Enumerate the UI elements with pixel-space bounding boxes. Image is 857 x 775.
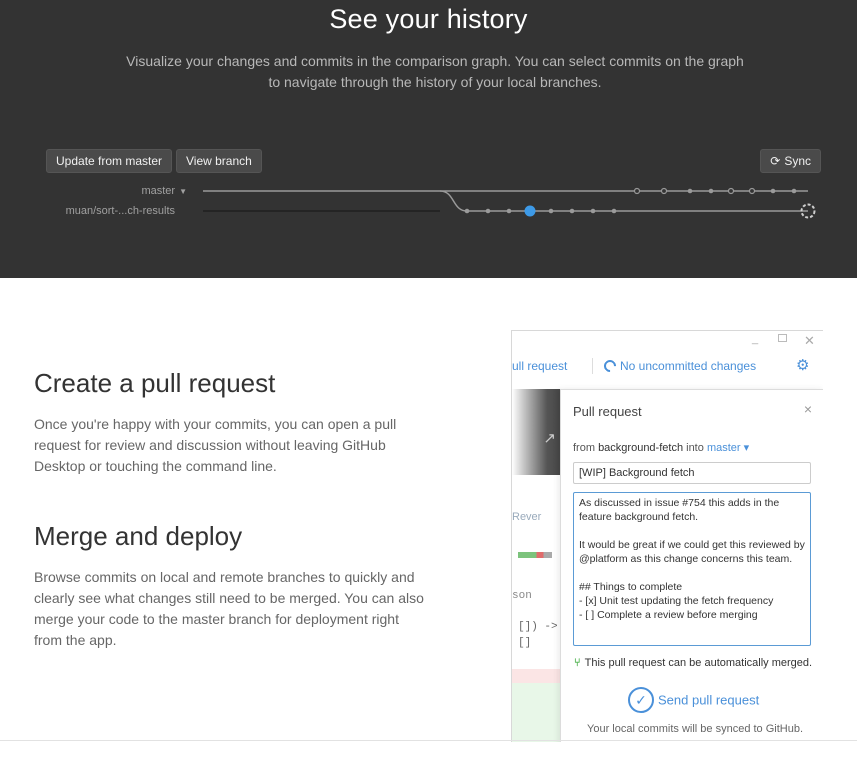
commit-node[interactable] [506, 208, 512, 214]
commit-node[interactable] [687, 188, 693, 194]
selected-commit-node[interactable] [524, 205, 536, 217]
target-branch-dropdown[interactable]: master ▾ [707, 442, 749, 454]
file-name-fragment: son [512, 590, 532, 602]
uncommitted-label: No uncommitted changes [620, 359, 757, 373]
pull-request-title-input[interactable] [573, 462, 811, 484]
commit-node[interactable] [611, 208, 617, 214]
commit-node[interactable] [590, 208, 596, 214]
diff-removed-line [512, 669, 562, 683]
hero-title: See your history [329, 4, 528, 34]
pull-request-panel-title: Pull request [573, 404, 642, 419]
revert-link[interactable]: Rever [512, 511, 541, 523]
pull-request-text: Once you're happy with your commits, you… [34, 416, 397, 474]
background-avatar-strip: ↗ [512, 389, 562, 475]
commit-node[interactable] [791, 188, 797, 194]
check-icon: ✓ [628, 687, 654, 713]
send-pull-request-label: Send pull request [658, 692, 760, 708]
diff-added-lines [512, 683, 562, 742]
merge-icon: ⑂ [574, 657, 581, 669]
commit-node[interactable] [548, 208, 554, 214]
commit-graph [203, 187, 816, 219]
commit-node[interactable] [708, 188, 714, 194]
app-toolbar: ull request No uncommitted changes ⚙ [512, 355, 823, 379]
uncommitted-changes-button[interactable]: No uncommitted changes [601, 357, 757, 375]
source-branch: background-fetch [598, 442, 684, 454]
pull-request-body-textarea[interactable]: As discussed in issue #754 this adds in … [573, 492, 811, 646]
pull-request-panel: Pull request × from background-fetch int… [560, 389, 823, 742]
feature-branch-line [439, 190, 808, 212]
close-window-button[interactable]: ✕ [804, 333, 815, 349]
commit-node[interactable] [633, 187, 641, 195]
pull-request-tab[interactable]: ull request [512, 359, 567, 373]
hero-description: Visualize your changes and commits in th… [126, 53, 744, 90]
merge-status: ⑂ This pull request can be automatically … [574, 657, 812, 669]
commit-node[interactable] [464, 208, 470, 214]
send-pull-request-button[interactable]: ✓ Send pull request [628, 687, 759, 713]
close-icon[interactable]: × [804, 401, 812, 417]
gear-icon[interactable]: ⚙ [796, 356, 809, 374]
github-desktop-window: _ ✕ ull request No uncommitted changes ⚙… [511, 330, 823, 742]
minimize-button[interactable]: _ [752, 333, 758, 345]
merge-text: Browse commits on local and remote branc… [34, 569, 424, 648]
diff-stat-bars [518, 552, 552, 558]
commit-node[interactable] [748, 187, 756, 195]
commit-node[interactable] [727, 187, 735, 195]
code-line: []) -> [518, 621, 558, 633]
branch-selector-row: from background-fetch into master ▾ [573, 441, 749, 454]
circle-icon [601, 357, 619, 375]
maximize-button[interactable] [778, 334, 787, 342]
section-divider [0, 740, 857, 741]
comparison-graph: Update from master View branch ⟳ Sync mas… [0, 140, 857, 240]
commit-node[interactable] [569, 208, 575, 214]
code-line: [] [518, 637, 532, 649]
commit-node[interactable] [770, 188, 776, 194]
from-label: from [573, 442, 595, 454]
branch-glyph-icon: ↗ [543, 430, 556, 447]
history-hero: See your history Visualize your changes … [0, 0, 857, 278]
pull-request-heading: Create a pull request [34, 368, 276, 398]
toolbar-divider [592, 358, 593, 374]
merge-heading: Merge and deploy [34, 521, 243, 551]
commit-node[interactable] [660, 187, 668, 195]
into-label: into [686, 442, 704, 454]
merge-status-text: This pull request can be automatically m… [584, 657, 813, 669]
commit-node[interactable] [485, 208, 491, 214]
sync-note: Your local commits will be synced to Git… [587, 723, 804, 735]
